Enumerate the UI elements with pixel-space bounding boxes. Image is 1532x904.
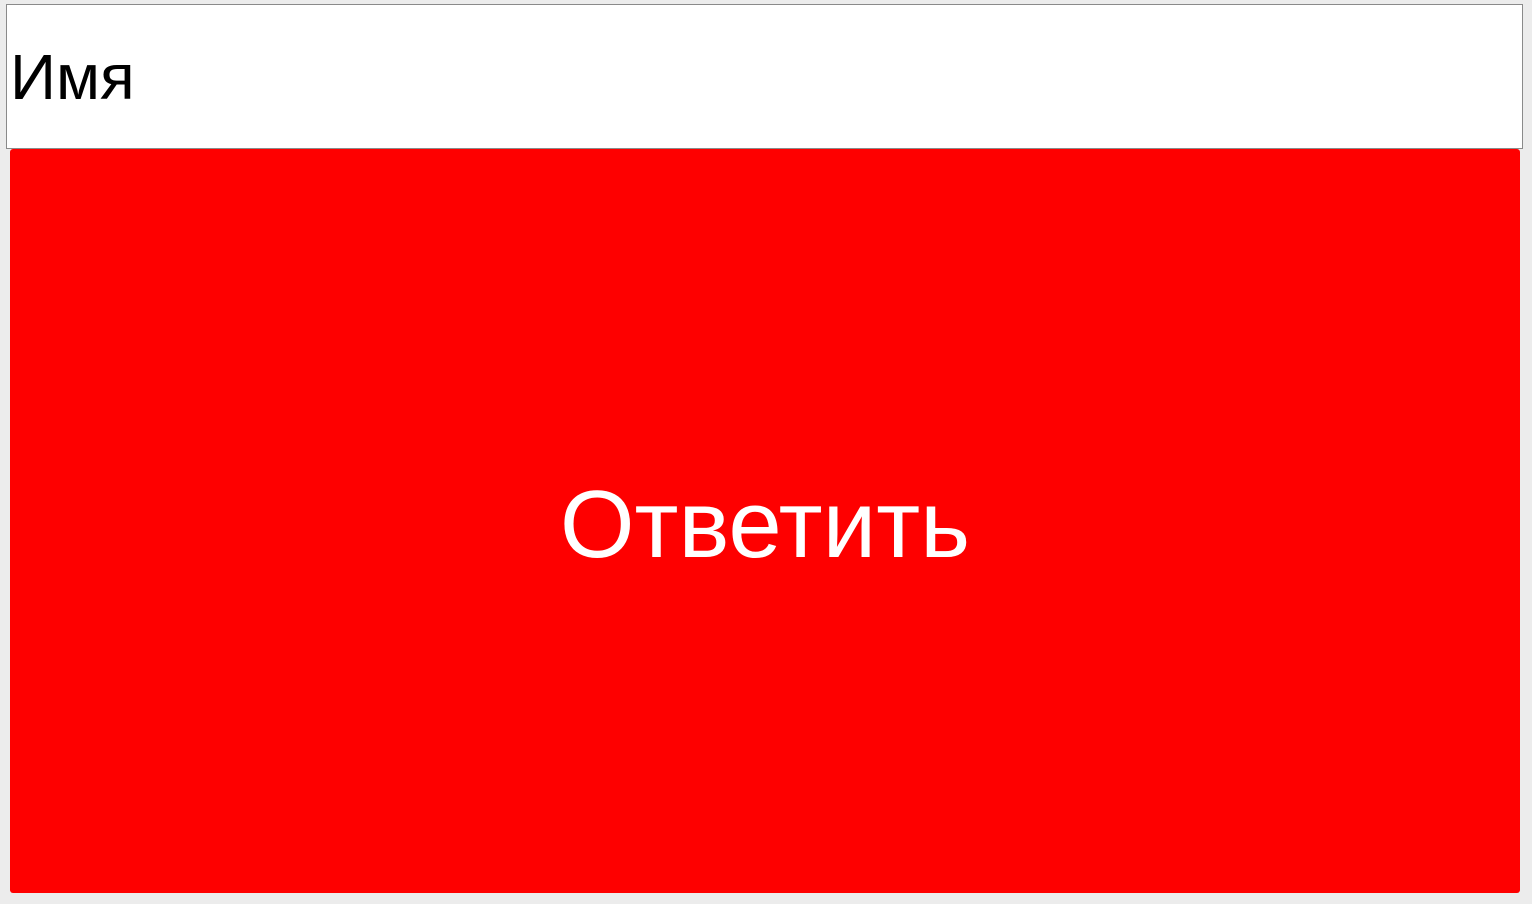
reply-button-label: Ответить — [559, 471, 971, 578]
name-input[interactable] — [6, 4, 1523, 149]
reply-form: Ответить — [0, 0, 1532, 904]
reply-button[interactable]: Ответить — [10, 149, 1520, 893]
